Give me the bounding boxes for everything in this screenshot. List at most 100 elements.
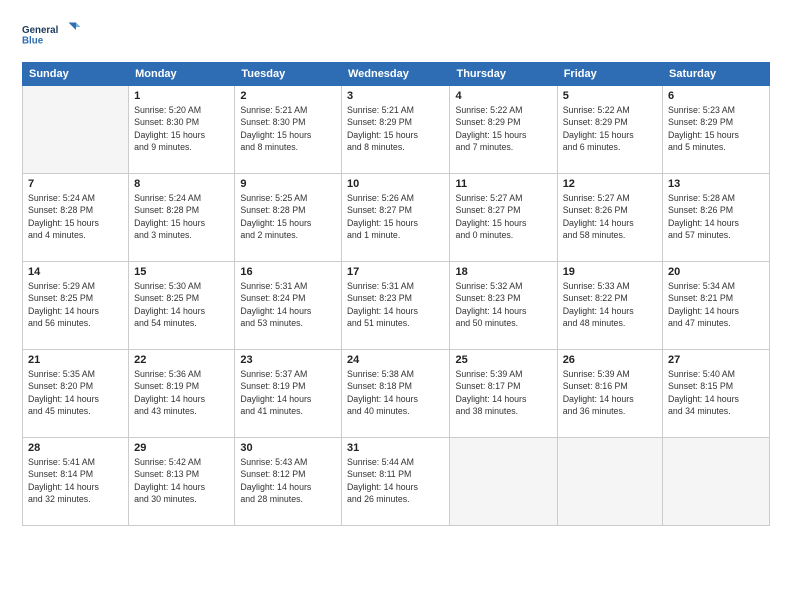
day-cell: 2 Sunrise: 5:21 AMSunset: 8:30 PMDaylight… [235,86,342,174]
day-info: Sunrise: 5:35 AMSunset: 8:20 PMDaylight:… [28,368,123,417]
day-cell: 27Sunrise: 5:40 AMSunset: 8:15 PMDayligh… [663,350,770,438]
weekday-sunday: Sunday [23,63,129,86]
weekday-header-row: SundayMondayTuesdayWednesdayThursdayFrid… [23,63,770,86]
day-info: Sunrise: 5:34 AMSunset: 8:21 PMDaylight:… [668,280,764,329]
day-cell: 4 Sunrise: 5:22 AMSunset: 8:29 PMDaylight… [450,86,557,174]
day-info: Sunrise: 5:24 AMSunset: 8:28 PMDaylight:… [134,192,229,241]
day-number: 28 [28,442,123,454]
day-number: 29 [134,442,229,454]
day-number: 11 [455,178,551,190]
day-info: Sunrise: 5:37 AMSunset: 8:19 PMDaylight:… [240,368,336,417]
calendar-table: SundayMondayTuesdayWednesdayThursdayFrid… [22,62,770,526]
day-cell [23,86,129,174]
day-number: 5 [563,90,657,102]
day-info: Sunrise: 5:22 AMSunset: 8:29 PMDaylight:… [563,104,657,153]
day-cell: 31 Sunrise: 5:44 AMSunset: 8:11 PMDayligh… [341,438,450,526]
weekday-friday: Friday [557,63,662,86]
day-info: Sunrise: 5:29 AMSunset: 8:25 PMDaylight:… [28,280,123,329]
day-info: Sunrise: 5:43 AMSunset: 8:12 PMDaylight:… [240,456,336,505]
day-info: Sunrise: 5:31 AMSunset: 8:24 PMDaylight:… [240,280,336,329]
day-info: Sunrise: 5:21 AMSunset: 8:30 PMDaylight:… [240,104,336,153]
day-info: Sunrise: 5:31 AMSunset: 8:23 PMDaylight:… [347,280,445,329]
day-number: 25 [455,354,551,366]
day-number: 18 [455,266,551,278]
day-cell: 30 Sunrise: 5:43 AMSunset: 8:12 PMDayligh… [235,438,342,526]
day-info: Sunrise: 5:44 AMSunset: 8:11 PMDaylight:… [347,456,445,505]
day-cell: 13Sunrise: 5:28 AMSunset: 8:26 PMDayligh… [663,174,770,262]
day-info: Sunrise: 5:25 AMSunset: 8:28 PMDaylight:… [240,192,336,241]
day-cell: 17 Sunrise: 5:31 AMSunset: 8:23 PMDayligh… [341,262,450,350]
day-info: Sunrise: 5:36 AMSunset: 8:19 PMDaylight:… [134,368,229,417]
day-number: 3 [347,90,445,102]
day-number: 17 [347,266,445,278]
day-number: 2 [240,90,336,102]
svg-text:Blue: Blue [22,36,44,47]
day-cell: 6Sunrise: 5:23 AMSunset: 8:29 PMDaylight… [663,86,770,174]
day-info: Sunrise: 5:24 AMSunset: 8:28 PMDaylight:… [28,192,123,241]
day-number: 16 [240,266,336,278]
day-cell: 18 Sunrise: 5:32 AMSunset: 8:23 PMDayligh… [450,262,557,350]
day-cell: 24Sunrise: 5:38 AMSunset: 8:18 PMDayligh… [341,350,450,438]
day-info: Sunrise: 5:42 AMSunset: 8:13 PMDaylight:… [134,456,229,505]
day-number: 12 [563,178,657,190]
day-cell: 23 Sunrise: 5:37 AMSunset: 8:19 PMDayligh… [235,350,342,438]
weekday-saturday: Saturday [663,63,770,86]
day-number: 23 [240,354,336,366]
weekday-tuesday: Tuesday [235,63,342,86]
weekday-monday: Monday [129,63,235,86]
day-number: 8 [134,178,229,190]
day-info: Sunrise: 5:32 AMSunset: 8:23 PMDaylight:… [455,280,551,329]
day-cell: 1 Sunrise: 5:20 AMSunset: 8:30 PMDaylight… [129,86,235,174]
calendar-page: General Blue SundayMondayTuesdayWednesda… [0,0,792,612]
weekday-thursday: Thursday [450,63,557,86]
day-info: Sunrise: 5:39 AMSunset: 8:17 PMDaylight:… [455,368,551,417]
day-cell: 7 Sunrise: 5:24 AMSunset: 8:28 PMDaylight… [23,174,129,262]
week-row-4: 21Sunrise: 5:35 AMSunset: 8:20 PMDayligh… [23,350,770,438]
day-number: 9 [240,178,336,190]
day-info: Sunrise: 5:33 AMSunset: 8:22 PMDaylight:… [563,280,657,329]
logo: General Blue [22,18,82,54]
day-number: 1 [134,90,229,102]
day-cell: 28 Sunrise: 5:41 AMSunset: 8:14 PMDayligh… [23,438,129,526]
header: General Blue [22,18,770,54]
day-cell: 21Sunrise: 5:35 AMSunset: 8:20 PMDayligh… [23,350,129,438]
day-cell: 16 Sunrise: 5:31 AMSunset: 8:24 PMDayligh… [235,262,342,350]
day-info: Sunrise: 5:28 AMSunset: 8:26 PMDaylight:… [668,192,764,241]
day-info: Sunrise: 5:22 AMSunset: 8:29 PMDaylight:… [455,104,551,153]
day-number: 15 [134,266,229,278]
logo-svg: General Blue [22,18,82,54]
day-cell [450,438,557,526]
day-info: Sunrise: 5:30 AMSunset: 8:25 PMDaylight:… [134,280,229,329]
day-info: Sunrise: 5:21 AMSunset: 8:29 PMDaylight:… [347,104,445,153]
day-number: 10 [347,178,445,190]
day-cell: 26Sunrise: 5:39 AMSunset: 8:16 PMDayligh… [557,350,662,438]
day-info: Sunrise: 5:27 AMSunset: 8:26 PMDaylight:… [563,192,657,241]
day-info: Sunrise: 5:41 AMSunset: 8:14 PMDaylight:… [28,456,123,505]
day-cell: 9 Sunrise: 5:25 AMSunset: 8:28 PMDaylight… [235,174,342,262]
day-cell: 25 Sunrise: 5:39 AMSunset: 8:17 PMDayligh… [450,350,557,438]
day-number: 19 [563,266,657,278]
day-number: 7 [28,178,123,190]
day-cell: 11 Sunrise: 5:27 AMSunset: 8:27 PMDayligh… [450,174,557,262]
day-number: 14 [28,266,123,278]
day-info: Sunrise: 5:20 AMSunset: 8:30 PMDaylight:… [134,104,229,153]
day-number: 31 [347,442,445,454]
day-cell: 14 Sunrise: 5:29 AMSunset: 8:25 PMDayligh… [23,262,129,350]
day-info: Sunrise: 5:38 AMSunset: 8:18 PMDaylight:… [347,368,445,417]
day-number: 20 [668,266,764,278]
day-cell [663,438,770,526]
day-info: Sunrise: 5:27 AMSunset: 8:27 PMDaylight:… [455,192,551,241]
day-number: 22 [134,354,229,366]
day-info: Sunrise: 5:23 AMSunset: 8:29 PMDaylight:… [668,104,764,153]
week-row-2: 7 Sunrise: 5:24 AMSunset: 8:28 PMDaylight… [23,174,770,262]
svg-text:General: General [22,25,59,36]
day-cell: 19 Sunrise: 5:33 AMSunset: 8:22 PMDayligh… [557,262,662,350]
day-number: 4 [455,90,551,102]
day-cell: 8 Sunrise: 5:24 AMSunset: 8:28 PMDaylight… [129,174,235,262]
day-number: 30 [240,442,336,454]
day-cell: 15 Sunrise: 5:30 AMSunset: 8:25 PMDayligh… [129,262,235,350]
weekday-wednesday: Wednesday [341,63,450,86]
day-number: 26 [563,354,657,366]
week-row-5: 28 Sunrise: 5:41 AMSunset: 8:14 PMDayligh… [23,438,770,526]
week-row-3: 14 Sunrise: 5:29 AMSunset: 8:25 PMDayligh… [23,262,770,350]
